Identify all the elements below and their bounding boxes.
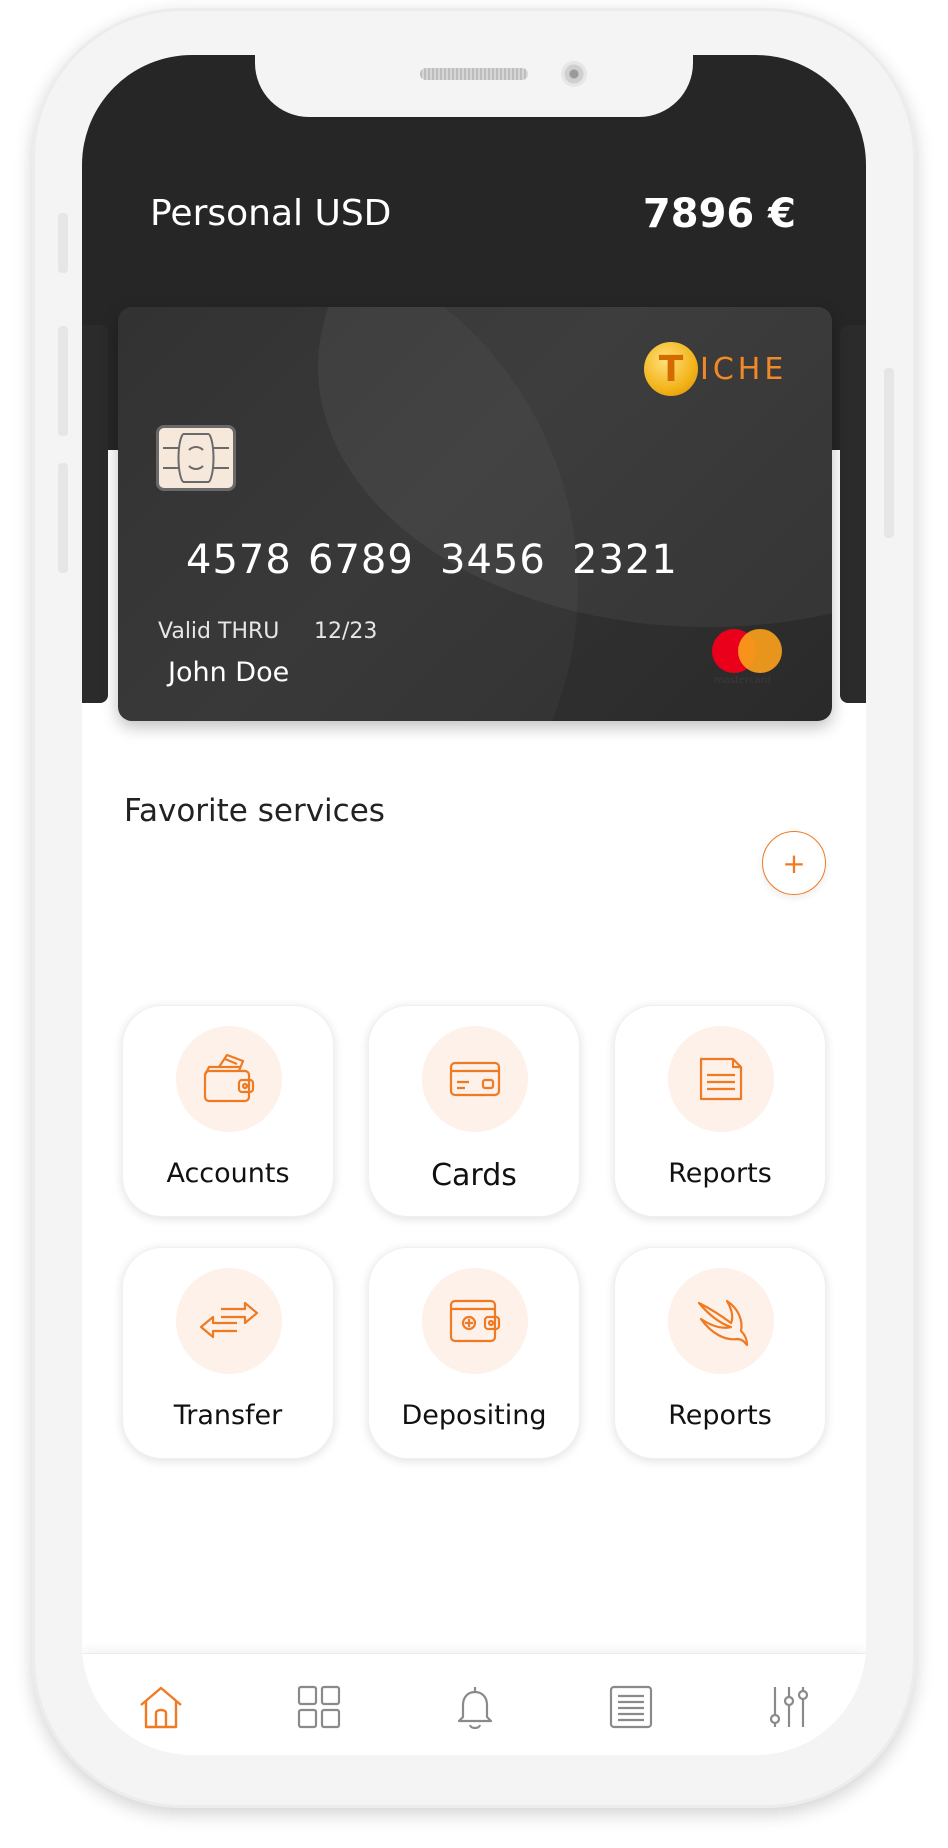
account-balance: 7896 € [642,191,796,237]
cardholder-name: John Doe [168,657,290,688]
credit-card-icon [422,1026,528,1132]
wallet-cards-icon [176,1026,282,1132]
tab-settings[interactable] [764,1682,814,1732]
device-notch [255,55,693,117]
card-number-group-4: 2321 [572,537,678,583]
chip-icon [156,425,236,491]
card-number-group-1: 4578 [186,537,292,583]
front-camera [561,61,587,87]
service-tile-depositing[interactable]: Depositing [368,1247,580,1459]
swift-bird-icon [668,1268,774,1374]
expiry-date: 12/23 [314,619,378,644]
mastercard-logo-icon: mastercard [712,629,792,689]
previous-card-peek[interactable] [82,325,108,703]
next-card-peek[interactable] [840,325,866,703]
bank-card[interactable]: T ICHE 4578 6789 3456 2321 Valid THRU 12… [118,307,832,721]
app-screen: Personal USD 7896 € T ICHE 4578 6789 345… [82,55,866,1755]
service-label: Reports [668,1158,772,1189]
tab-notifications[interactable] [450,1682,500,1732]
service-tile-reports-2[interactable]: Reports [614,1247,826,1459]
sliders-icon [769,1687,809,1727]
tab-apps[interactable] [294,1682,344,1732]
service-label: Depositing [401,1400,547,1431]
service-tile-accounts[interactable]: Accounts [122,1005,334,1217]
brand-logo: T ICHE [644,341,787,397]
deposit-wallet-icon [422,1268,528,1374]
service-label: Cards [431,1158,517,1193]
document-icon [668,1026,774,1132]
service-label: Reports [668,1400,772,1431]
bottom-tab-bar [82,1653,866,1755]
service-tile-cards[interactable]: Cards [368,1005,580,1217]
mute-switch [58,213,68,273]
transfer-arrows-icon [176,1268,282,1374]
logo-coin-icon: T [644,342,698,396]
service-label: Accounts [166,1158,290,1189]
tab-home[interactable] [136,1682,186,1732]
speaker-grille [420,68,528,80]
power-button [884,368,894,538]
mastercard-wordmark: mastercard [714,675,771,686]
service-tile-transfer[interactable]: Transfer [122,1247,334,1459]
service-tile-reports[interactable]: Reports [614,1005,826,1217]
volume-up-button [58,326,68,436]
bell-icon [457,1687,493,1730]
tab-statements[interactable] [606,1682,656,1732]
volume-down-button [58,463,68,573]
grid-icon [297,1685,341,1729]
card-number-group-2: 6789 [308,537,414,583]
valid-thru-label: Valid THRU [158,619,280,644]
favorite-services-title: Favorite services [124,793,385,829]
card-number-group-3: 3456 [440,537,546,583]
logo-text: ICHE [700,351,788,387]
account-name: Personal USD [150,193,392,234]
home-icon [140,1686,182,1729]
service-label: Transfer [173,1400,283,1431]
list-document-icon [609,1685,653,1729]
add-service-button[interactable]: + [762,831,826,895]
